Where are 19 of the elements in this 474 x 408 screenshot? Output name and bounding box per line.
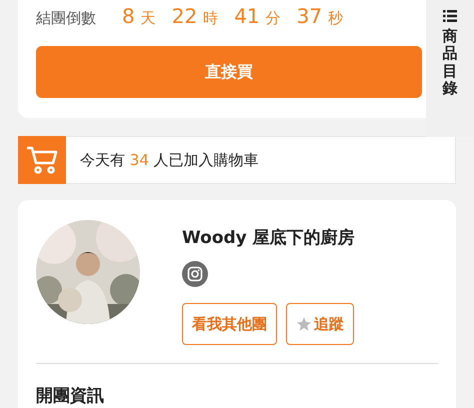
- countdown-value: 41: [234, 4, 260, 28]
- countdown-unit: 分: [266, 9, 281, 28]
- instagram-icon[interactable]: [182, 261, 208, 287]
- buy-now-button[interactable]: 直接買: [36, 46, 422, 98]
- cart-icon: [26, 145, 58, 175]
- star-icon: [296, 316, 312, 332]
- seller-name: Woody 屋底下的廚房: [182, 227, 355, 249]
- countdown-unit: 時: [203, 9, 218, 28]
- countdown-unit: 秒: [328, 9, 344, 28]
- more-groups-button[interactable]: 看我其他團: [182, 303, 277, 345]
- cart-message: 今天有 34 人已加入購物車: [80, 150, 259, 170]
- countdown-value: 37: [296, 4, 322, 28]
- countdown-unit: 天: [140, 9, 156, 28]
- countdown-value: 22: [172, 4, 198, 28]
- follow-button[interactable]: 追蹤: [286, 303, 354, 345]
- countdown-label: 結團倒數: [36, 9, 96, 28]
- list-icon: [443, 10, 457, 22]
- countdown-value: 8: [122, 4, 135, 28]
- section-title: 開團資訊: [36, 385, 105, 407]
